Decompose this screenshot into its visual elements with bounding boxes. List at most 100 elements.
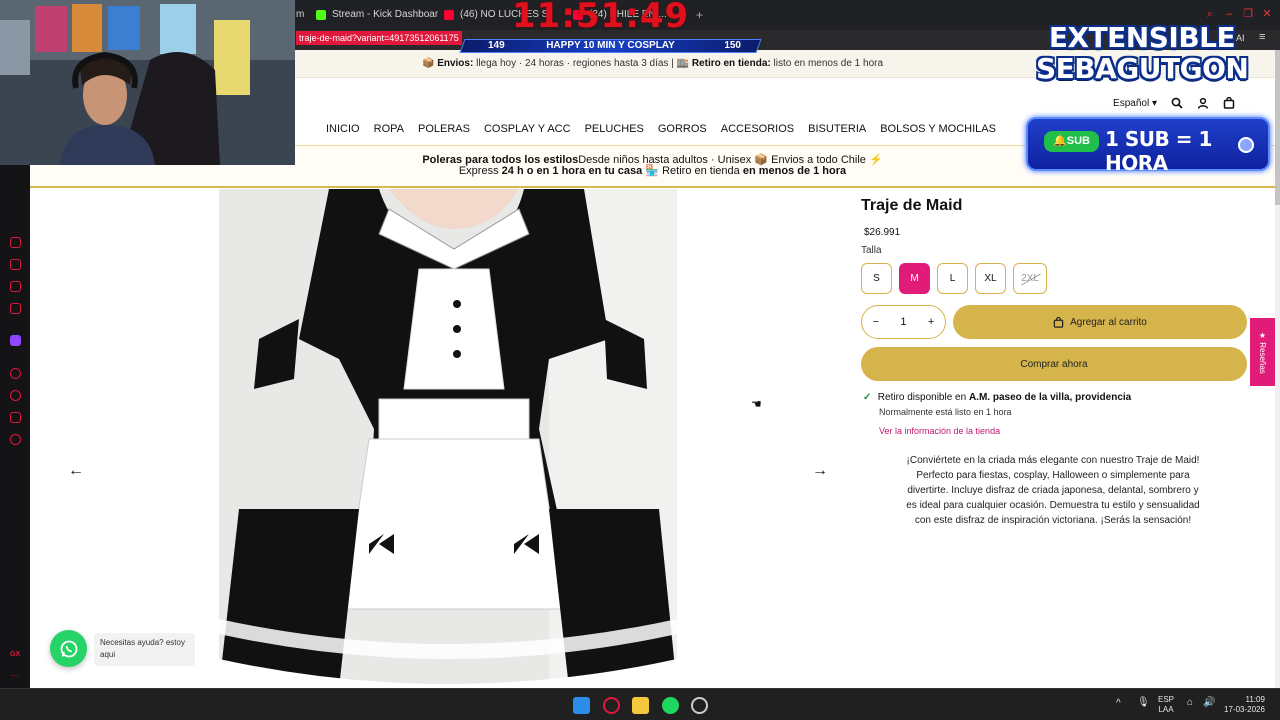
pickup-subtext: Normalmente está listo en 1 hora xyxy=(879,407,1012,417)
close-icon[interactable]: ✕ xyxy=(1260,7,1274,21)
settings-icon[interactable] xyxy=(10,434,21,445)
add-to-cart-label: Agregar al carrito xyxy=(1070,316,1147,328)
reviews-tab[interactable]: ★ Reseñas xyxy=(1250,318,1275,386)
nav-item-gorros[interactable]: GORROS xyxy=(658,123,707,135)
size-option-xl[interactable]: XL xyxy=(975,263,1006,294)
clock-icon[interactable] xyxy=(10,390,21,401)
windows-start-icon[interactable] xyxy=(573,697,590,714)
qty-increase-button[interactable]: + xyxy=(928,316,934,328)
microphone-icon[interactable]: 🎙 xyxy=(1137,698,1150,708)
whatsapp-button[interactable] xyxy=(50,630,87,667)
clock-date: 17-03-2026 xyxy=(1224,705,1265,714)
logo-line-1: EXTENSIBLE xyxy=(1048,21,1236,54)
player-icon[interactable] xyxy=(10,368,21,379)
search-icon[interactable] xyxy=(1171,97,1183,109)
gx-label: GX xyxy=(10,651,21,658)
product-description: ¡Conviértete en la criada más elegante c… xyxy=(906,455,1200,526)
sub-pill: 🔔SUB xyxy=(1044,131,1099,152)
history-icon[interactable] xyxy=(10,237,21,248)
announcement-pickup-label: Retiro en tienda: xyxy=(691,58,771,69)
system-clock[interactable]: 11:09 17-03-2026 xyxy=(1224,695,1265,715)
account-icon[interactable] xyxy=(1197,97,1209,109)
obs-icon[interactable] xyxy=(691,697,708,714)
store-icon: 🏬 xyxy=(676,58,692,69)
lang-bottom: LAA xyxy=(1158,705,1174,714)
nav-item-bisuteria[interactable]: BISUTERIA xyxy=(808,123,866,135)
announcement-pickup-text: listo en menos de 1 hora xyxy=(773,58,884,69)
stream-countdown-timer: 11:51:49 xyxy=(512,0,690,36)
announcement-shipping-label: Envios: xyxy=(437,58,474,69)
pickup-info: ✓ Retiro disponible en A.M. paseo de la … xyxy=(863,391,1131,438)
tab-kick-dashboard[interactable]: Stream - Kick Dashboard xyxy=(316,4,438,26)
clock-time: 11:09 xyxy=(1245,695,1265,704)
clock-icon xyxy=(1238,137,1254,153)
webcam-overlay xyxy=(0,0,295,165)
nav-item-cosplay[interactable]: COSPLAY Y ACC xyxy=(484,123,571,135)
buy-now-button[interactable]: Comprar ahora xyxy=(861,347,1247,381)
tray-chevron-icon[interactable]: ^ xyxy=(1116,699,1121,709)
url-field[interactable]: traje-de-maid?variant=49173512061175 xyxy=(296,31,462,45)
add-to-cart-button[interactable]: Agregar al carrito xyxy=(953,305,1247,339)
lang-top: ESP xyxy=(1158,695,1175,704)
store-icon: 🏪 xyxy=(645,165,660,177)
logo-line-2: SEBAGUTGON xyxy=(1036,52,1249,85)
main-navigation: INICIO ROPA POLERAS COSPLAY Y ACC PELUCH… xyxy=(326,123,996,135)
whatsapp-help-bubble[interactable]: Necesitas ayuda? estoy aqui xyxy=(94,633,195,666)
size-option-s[interactable]: S xyxy=(861,263,892,294)
size-option-m[interactable]: M xyxy=(899,263,930,294)
bag-icon xyxy=(1053,316,1064,328)
spotify-icon[interactable] xyxy=(662,697,679,714)
extensions-icon[interactable] xyxy=(10,412,21,423)
nav-item-ropa[interactable]: ROPA xyxy=(374,123,404,135)
new-tab-button[interactable]: + xyxy=(696,4,708,26)
nav-item-poleras[interactable]: POLERAS xyxy=(418,123,470,135)
nav-item-accesorios[interactable]: ACCESORIOS xyxy=(721,123,794,135)
size-option-2xl[interactable]: 2XL xyxy=(1013,263,1047,294)
store-info-link[interactable]: Ver la información de la tienda xyxy=(879,424,1131,438)
volume-icon[interactable]: 🔊 xyxy=(1203,698,1215,708)
prev-image-arrow[interactable]: ← xyxy=(68,463,84,479)
gx-corner-icon[interactable] xyxy=(10,303,21,314)
promo-pickup: Retiro en tienda xyxy=(662,165,740,177)
promo-pickup-time: en menos de 1 hora xyxy=(742,165,847,177)
opera-gx-icon[interactable] xyxy=(603,697,620,714)
goal-target: 150 xyxy=(724,40,741,51)
webcam-feed xyxy=(0,0,295,165)
cart-icon[interactable] xyxy=(1223,97,1235,109)
nav-item-peluches[interactable]: PELUCHES xyxy=(585,123,644,135)
minimize-icon[interactable]: – xyxy=(1222,7,1236,21)
file-explorer-icon[interactable] xyxy=(632,697,649,714)
qty-value[interactable]: 1 xyxy=(900,316,906,328)
screen: m Stream - Kick Dashboard (46) NO LUCHES… xyxy=(0,0,1280,720)
lightning-icon: ⚡ xyxy=(868,154,883,166)
product-price: $26.991 xyxy=(864,227,901,238)
network-icon[interactable]: ⌂ xyxy=(1187,698,1193,708)
twitch-icon[interactable] xyxy=(10,335,21,346)
header-actions: Español ▾ xyxy=(1113,97,1235,109)
next-image-arrow[interactable]: → xyxy=(812,463,828,479)
qty-decrease-button[interactable]: − xyxy=(873,316,879,328)
search-tabs-icon[interactable]: ⌕ xyxy=(1203,7,1217,21)
nav-item-bolsos[interactable]: BOLSOS Y MOCHILAS xyxy=(880,123,996,135)
maximize-icon[interactable]: ❐ xyxy=(1241,7,1255,21)
product-title: Traje de Maid xyxy=(861,197,963,214)
language-selector[interactable]: Español ▾ xyxy=(1113,98,1157,109)
product-image[interactable] xyxy=(219,189,677,688)
promo-express-time: 24 h o en 1 hora en tu casa xyxy=(501,165,643,177)
language-indicator[interactable]: ESP LAA xyxy=(1158,695,1174,715)
nav-item-inicio[interactable]: INICIO xyxy=(326,123,360,135)
goal-title: HAPPY 10 MIN Y COSPLAY xyxy=(546,40,675,51)
browser-menu-icon[interactable]: ≡ xyxy=(1259,31,1265,43)
more-icon[interactable]: ··· xyxy=(10,670,19,680)
tab-partial[interactable]: m xyxy=(296,4,310,26)
size-option-l[interactable]: L xyxy=(937,263,968,294)
extensible-logo: EXTENSIBLE SEBAGUTGON xyxy=(1036,21,1249,90)
buy-now-label: Comprar ahora xyxy=(1020,358,1088,370)
check-icon: ✓ xyxy=(863,392,872,403)
gx-control-icon[interactable] xyxy=(10,259,21,270)
messenger-icon[interactable] xyxy=(10,281,21,292)
tab-label: Stream - Kick Dashboard xyxy=(332,9,438,20)
tab-label: m xyxy=(296,9,305,20)
promo-express: Express xyxy=(458,165,499,177)
size-label: Talla xyxy=(861,245,882,256)
